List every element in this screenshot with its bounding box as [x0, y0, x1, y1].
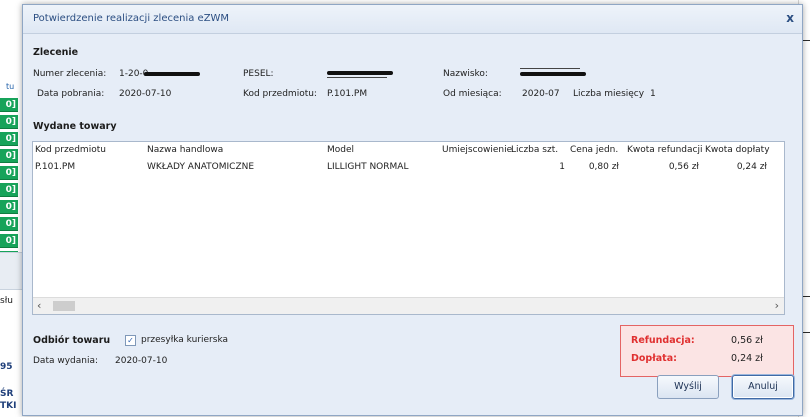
- surname-label: Nazwisko:: [443, 69, 488, 79]
- table-cell: P.101.PM: [35, 162, 76, 172]
- status-badge: 0]: [0, 234, 18, 248]
- table-cell: 0,80 zł: [588, 162, 619, 172]
- horizontal-scrollbar[interactable]: ‹ ›: [33, 297, 784, 314]
- status-badge: 0]: [0, 132, 18, 146]
- table-cell: 1: [559, 162, 565, 172]
- status-badge: 0]: [0, 200, 18, 214]
- section-heading-zlecenie: Zlecenie: [33, 47, 79, 58]
- redaction-mark: [327, 77, 387, 78]
- redaction-mark: [520, 68, 580, 69]
- table-cell: WKŁADY ANATOMICZNE: [147, 162, 255, 172]
- column-header[interactable]: Liczba szt.: [511, 145, 558, 155]
- status-badge: 0]: [0, 183, 18, 197]
- issue-date-value: 2020-07-10: [115, 356, 168, 366]
- status-badge: 0]: [0, 166, 18, 180]
- order-number-label: Numer zlecenia:: [33, 69, 107, 79]
- refund-value: 0,56 zł: [731, 335, 763, 346]
- background-text: słu: [0, 296, 13, 306]
- status-badge: 0]: [0, 149, 18, 163]
- scrollbar-thumb[interactable]: [53, 301, 75, 311]
- refund-label: Refundacja:: [631, 335, 695, 346]
- item-code-label: Kod przedmiotu:: [243, 89, 317, 99]
- close-icon[interactable]: x: [786, 11, 794, 25]
- table-cell: 0,24 zł: [736, 162, 767, 172]
- redaction-mark: [520, 72, 586, 76]
- column-header[interactable]: Kwota dopłaty: [705, 145, 770, 155]
- download-date-label: Data pobrania:: [37, 89, 105, 99]
- column-header[interactable]: Model: [327, 145, 354, 155]
- courier-checkbox[interactable]: ✓: [125, 335, 136, 346]
- table-row[interactable]: P.101.PM WKŁADY ANATOMICZNE LILLIGHT NOR…: [33, 159, 784, 173]
- background-text: ŚR: [0, 389, 14, 399]
- item-code-value: P.101.PM: [327, 89, 368, 99]
- background-tab-label: tu: [6, 82, 15, 91]
- cancel-button[interactable]: Anuluj: [732, 375, 794, 399]
- status-badge: 0]: [0, 98, 18, 112]
- amount-summary: Refundacja: 0,56 zł Dopłata: 0,24 zł: [620, 325, 794, 377]
- table-cell: 0,56 zł: [668, 162, 699, 172]
- column-header[interactable]: Cena jedn.: [570, 145, 618, 155]
- table-header: Kod przedmiotu Nazwa handlowa Model Umie…: [33, 142, 784, 157]
- from-month-label: Od miesiąca:: [443, 89, 502, 99]
- section-heading-issued-goods: Wydane towary: [33, 121, 117, 132]
- courier-checkbox-label: przesyłka kurierska: [141, 335, 229, 345]
- copay-value: 0,24 zł: [731, 353, 763, 364]
- dialog-title: Potwierdzenie realizacji zlecenia eZWM: [33, 13, 230, 24]
- months-count-value: 1: [650, 89, 656, 99]
- status-badge: 0]: [0, 115, 18, 129]
- column-header[interactable]: Kwota refundacji: [627, 145, 702, 155]
- background-text: 95: [0, 362, 13, 372]
- column-header[interactable]: Umiejscowienie: [442, 145, 512, 155]
- redaction-mark: [144, 72, 200, 76]
- background-text: TKI: [0, 401, 17, 411]
- confirmation-dialog: Potwierdzenie realizacji zlecenia eZWM x…: [22, 4, 803, 416]
- section-heading-pickup: Odbiór towaru: [33, 335, 111, 346]
- months-count-label: Liczba miesięcy: [573, 89, 645, 99]
- issue-date-label: Data wydania:: [33, 356, 99, 366]
- dialog-titlebar: Potwierdzenie realizacji zlecenia eZWM x: [23, 5, 802, 34]
- pesel-label: PESEL:: [243, 69, 274, 79]
- send-button[interactable]: Wyślij: [657, 375, 719, 399]
- from-month-value: 2020-07: [522, 89, 560, 99]
- copay-label: Dopłata:: [631, 353, 677, 364]
- table-cell: LILLIGHT NORMAL: [327, 162, 409, 172]
- status-badge: 0]: [0, 217, 18, 231]
- column-header[interactable]: Nazwa handlowa: [147, 145, 223, 155]
- column-header[interactable]: Kod przedmiotu: [35, 145, 106, 155]
- scroll-left-icon[interactable]: ‹: [37, 299, 41, 312]
- download-date-value: 2020-07-10: [119, 89, 172, 99]
- issued-goods-table[interactable]: Kod przedmiotu Nazwa handlowa Model Umie…: [32, 141, 785, 315]
- redaction-mark: [327, 71, 393, 75]
- scroll-right-icon[interactable]: ›: [775, 299, 779, 312]
